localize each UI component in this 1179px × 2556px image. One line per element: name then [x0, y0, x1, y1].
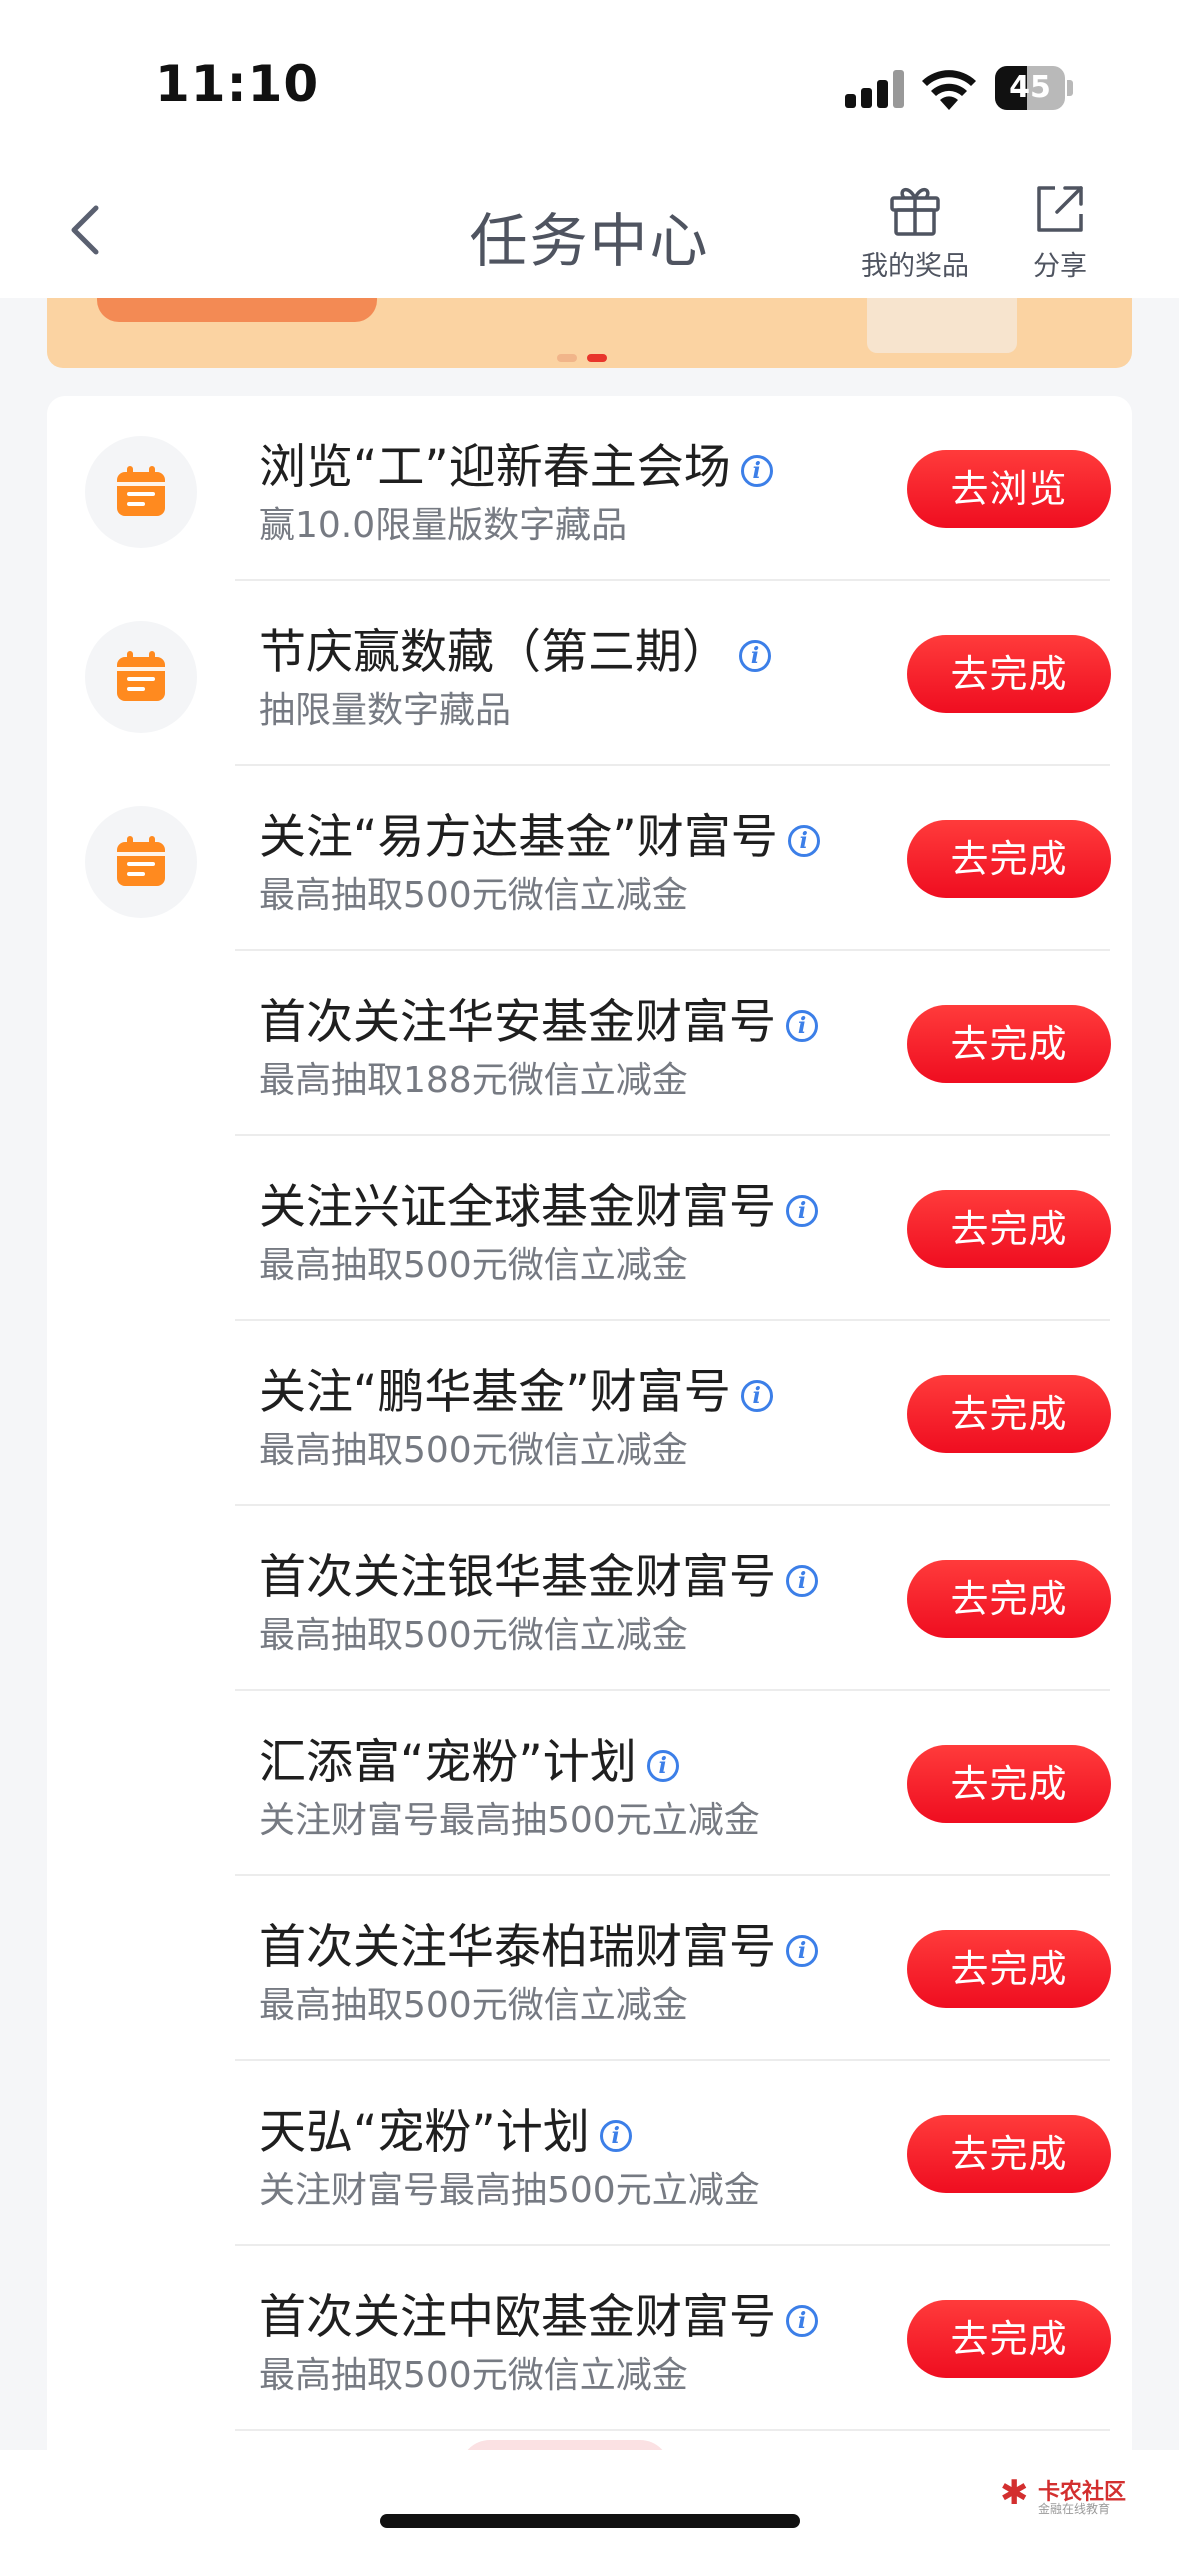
- my-prizes-label: 我的奖品: [861, 251, 969, 282]
- page-title: 任务中心: [469, 207, 710, 275]
- task-row: 关注兴证全球基金财富号 i 最高抽取500元微信立减金 去完成: [47, 1136, 1132, 1321]
- task-title: 关注“易方达基金”财富号 i: [259, 798, 820, 867]
- share-icon: [1037, 186, 1083, 232]
- task-title: 浏览“工”迎新春主会场 i: [259, 428, 773, 497]
- task-action-button[interactable]: 去完成: [907, 1560, 1111, 1638]
- task-title-text: 首次关注华泰柏瑞财富号: [259, 1920, 776, 1975]
- promo-banner[interactable]: [47, 298, 1132, 368]
- task-title: 首次关注银华基金财富号 i: [259, 1538, 818, 1607]
- task-title-text: 节庆赢数藏（第三期）: [259, 625, 729, 680]
- task-title: 节庆赢数藏（第三期） i: [259, 613, 771, 682]
- banner-dot: [557, 354, 577, 362]
- info-icon[interactable]: i: [599, 2119, 632, 2152]
- battery-icon: 45: [995, 66, 1073, 110]
- task-row: 关注“鹏华基金”财富号 i 最高抽取500元微信立减金 去完成: [47, 1321, 1132, 1506]
- task-row: 首次关注中欧基金财富号 i 最高抽取500元微信立减金 去完成: [47, 2246, 1132, 2431]
- info-icon[interactable]: i: [786, 1009, 818, 1042]
- task-title-text: 浏览“工”迎新春主会场: [259, 440, 731, 495]
- task-row: 节庆赢数藏（第三期） i 抽限量数字藏品 去完成: [47, 581, 1132, 766]
- task-title-text: 关注兴证全球基金财富号: [259, 1180, 776, 1235]
- task-row: 首次关注银华基金财富号 i 最高抽取500元微信立减金 去完成: [47, 1506, 1132, 1691]
- task-subtitle: 最高抽取500元微信立减金: [259, 1430, 688, 1471]
- task-row: 首次关注华安基金财富号 i 最高抽取188元微信立减金 去完成: [47, 951, 1132, 1136]
- task-row: 浏览“工”迎新春主会场 i 赢10.0限量版数字藏品 去浏览: [47, 396, 1132, 581]
- task-row: 汇添富“宠粉”计划 i 关注财富号最高抽500元立减金 去完成: [47, 1691, 1132, 1876]
- task-subtitle: 最高抽取500元微信立减金: [259, 875, 688, 916]
- task-row: 天弘“宠粉”计划 i 关注财富号最高抽500元立减金 去完成: [47, 2061, 1132, 2246]
- home-indicator[interactable]: [380, 2514, 800, 2528]
- task-action-button[interactable]: 去完成: [907, 1375, 1111, 1453]
- task-subtitle: 最高抽取500元微信立减金: [259, 1615, 688, 1656]
- task-title: 关注“鹏华基金”财富号 i: [259, 1353, 773, 1422]
- info-icon[interactable]: i: [786, 1934, 818, 1967]
- task-title: 首次关注华泰柏瑞财富号 i: [259, 1908, 818, 1977]
- info-icon[interactable]: i: [740, 1379, 773, 1412]
- status-time: 11:10: [155, 55, 320, 113]
- task-subtitle: 最高抽取500元微信立减金: [259, 1245, 688, 1286]
- banner-dot-active: [587, 354, 607, 362]
- info-icon[interactable]: i: [786, 1564, 818, 1597]
- watermark-logo-icon: ✱: [1000, 2473, 1029, 2513]
- task-title-text: 首次关注银华基金财富号: [259, 1550, 776, 1605]
- share-button[interactable]: 分享: [1020, 180, 1100, 283]
- task-title: 关注兴证全球基金财富号 i: [259, 1168, 818, 1237]
- task-row: 关注“易方达基金”财富号 i 最高抽取500元微信立减金 去完成: [47, 766, 1132, 951]
- task-title-text: 汇添富“宠粉”计划: [259, 1735, 637, 1790]
- info-icon[interactable]: i: [739, 639, 771, 672]
- task-action-button[interactable]: 去完成: [907, 1190, 1111, 1268]
- info-icon[interactable]: i: [786, 1194, 818, 1227]
- task-action-button[interactable]: 去完成: [907, 635, 1111, 713]
- task-subtitle: 赢10.0限量版数字藏品: [259, 505, 628, 546]
- my-prizes-button[interactable]: 我的奖品: [850, 180, 980, 283]
- status-bar: 11:10 45: [0, 0, 1179, 160]
- task-list: 浏览“工”迎新春主会场 i 赢10.0限量版数字藏品 去浏览节庆赢数藏（第三期） i 抽限…: [47, 396, 1132, 2556]
- calendar-icon: [85, 806, 197, 918]
- task-action-button[interactable]: 去完成: [907, 1745, 1111, 1823]
- calendar-icon: [85, 436, 197, 548]
- gift-icon: [890, 187, 940, 236]
- cellular-signal-icon: [845, 70, 907, 108]
- task-action-button[interactable]: 去浏览: [907, 450, 1111, 528]
- calendar-icon: [85, 621, 197, 733]
- task-title: 汇添富“宠粉”计划 i: [259, 1723, 679, 1792]
- task-title: 首次关注华安基金财富号 i: [259, 983, 818, 1052]
- task-subtitle: 最高抽取188元微信立减金: [259, 1060, 688, 1101]
- info-icon[interactable]: i: [646, 1749, 679, 1782]
- task-action-button[interactable]: 去完成: [907, 1005, 1111, 1083]
- wifi-icon: [922, 70, 976, 110]
- watermark-logo: ✱ 卡农社区 金融在线教育: [1000, 2470, 1170, 2520]
- info-icon[interactable]: i: [786, 2304, 818, 2337]
- task-row: 首次关注华泰柏瑞财富号 i 最高抽取500元微信立减金 去完成: [47, 1876, 1132, 2061]
- task-subtitle: 抽限量数字藏品: [259, 690, 512, 731]
- task-action-button[interactable]: 去完成: [907, 820, 1111, 898]
- task-subtitle: 关注财富号最高抽500元立减金: [259, 1800, 760, 1841]
- task-action-button[interactable]: 去完成: [907, 1930, 1111, 2008]
- task-action-button[interactable]: 去完成: [907, 2300, 1111, 2378]
- nav-bar: 任务中心 我的奖品 分享: [0, 160, 1179, 298]
- battery-level: 45: [1009, 70, 1051, 105]
- task-subtitle: 最高抽取500元微信立减金: [259, 2355, 688, 2396]
- task-title-text: 首次关注中欧基金财富号: [259, 2290, 776, 2345]
- task-title-text: 天弘“宠粉”计划: [259, 2105, 590, 2160]
- task-title: 首次关注中欧基金财富号 i: [259, 2278, 818, 2347]
- task-title-text: 关注“鹏华基金”财富号: [259, 1365, 731, 1420]
- row-divider: [235, 2429, 1110, 2431]
- task-title-text: 关注“易方达基金”财富号: [259, 810, 778, 865]
- info-icon[interactable]: i: [787, 824, 820, 857]
- share-label: 分享: [1033, 251, 1087, 282]
- task-subtitle: 关注财富号最高抽500元立减金: [259, 2170, 760, 2211]
- task-subtitle: 最高抽取500元微信立减金: [259, 1985, 688, 2026]
- info-icon[interactable]: i: [740, 454, 773, 487]
- task-title: 天弘“宠粉”计划 i: [259, 2093, 632, 2162]
- task-title-text: 首次关注华安基金财富号: [259, 995, 776, 1050]
- task-action-button[interactable]: 去完成: [907, 2115, 1111, 2193]
- watermark-tagline: 金融在线教育: [1038, 2502, 1111, 2516]
